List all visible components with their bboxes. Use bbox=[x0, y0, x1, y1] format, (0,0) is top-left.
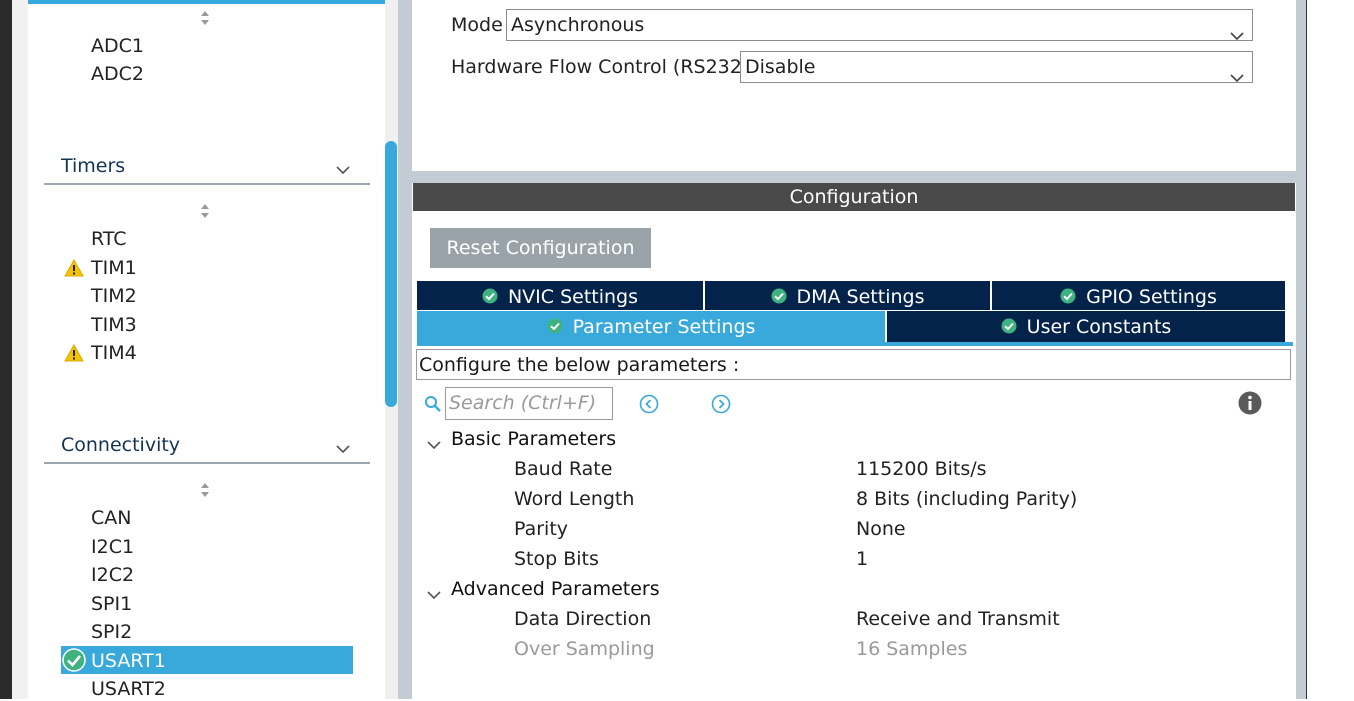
param-value-parity[interactable]: None bbox=[856, 518, 906, 540]
tab-label: User Constants bbox=[1026, 316, 1172, 338]
check-circle-icon bbox=[547, 312, 563, 334]
sidebar-item-i2c1[interactable]: I2C1 bbox=[91, 535, 134, 559]
warning-icon bbox=[64, 343, 84, 362]
next-circle-icon[interactable] bbox=[711, 394, 731, 414]
right-gutter bbox=[1296, 0, 1306, 699]
sidebar-item-adc1[interactable]: ADC1 bbox=[91, 34, 144, 58]
window-left-border bbox=[0, 0, 12, 699]
param-value-over-sampling: 16 Samples bbox=[856, 638, 968, 660]
left-gutter bbox=[12, 0, 28, 699]
sidebar-item-i2c2[interactable]: I2C2 bbox=[91, 563, 134, 587]
sort-icon[interactable] bbox=[200, 482, 210, 498]
section-divider bbox=[44, 183, 370, 185]
sidebar-top-accent bbox=[28, 0, 396, 4]
group-basic-parameters[interactable]: Basic Parameters bbox=[451, 428, 616, 450]
param-value-stop-bits[interactable]: 1 bbox=[856, 548, 868, 570]
chevron-down-icon bbox=[1230, 20, 1244, 41]
prev-circle-icon[interactable] bbox=[639, 394, 659, 414]
tab-label: NVIC Settings bbox=[507, 286, 639, 308]
flow-control-select[interactable]: Disable bbox=[740, 51, 1253, 83]
configure-instructions: Configure the below parameters : bbox=[416, 349, 1291, 380]
tab-nvic-settings[interactable]: NVIC Settings bbox=[417, 281, 703, 310]
param-name-data-direction[interactable]: Data Direction bbox=[514, 608, 651, 630]
configuration-header: Configuration bbox=[413, 183, 1295, 211]
panel-splitter[interactable] bbox=[398, 0, 412, 699]
sort-icon[interactable] bbox=[200, 203, 210, 219]
chevron-down-icon[interactable] bbox=[427, 585, 441, 600]
chevron-down-icon bbox=[1230, 62, 1244, 83]
sidebar-item-usart2[interactable]: USART2 bbox=[91, 677, 166, 701]
param-name-word-length[interactable]: Word Length bbox=[514, 488, 634, 510]
check-circle-icon bbox=[482, 282, 498, 304]
search-input[interactable]: Search (Ctrl+F) bbox=[445, 387, 613, 420]
mode-select-value: Asynchronous bbox=[511, 14, 645, 36]
right-border bbox=[1306, 0, 1307, 699]
tab-gpio-settings[interactable]: GPIO Settings bbox=[992, 281, 1285, 310]
tab-dma-settings[interactable]: DMA Settings bbox=[705, 281, 990, 310]
sidebar-item-can[interactable]: CAN bbox=[91, 506, 131, 530]
active-tab-underline bbox=[417, 342, 1293, 346]
tab-parameter-settings[interactable]: Parameter Settings bbox=[417, 311, 885, 342]
flow-control-label: Hardware Flow Control (RS232) bbox=[451, 56, 750, 78]
param-name-stop-bits[interactable]: Stop Bits bbox=[514, 548, 599, 570]
flow-control-value: Disable bbox=[745, 56, 816, 78]
param-name-over-sampling: Over Sampling bbox=[514, 638, 655, 660]
param-name-parity[interactable]: Parity bbox=[514, 518, 568, 540]
warning-icon bbox=[64, 258, 84, 277]
group-advanced-parameters[interactable]: Advanced Parameters bbox=[451, 578, 660, 600]
info-icon[interactable] bbox=[1238, 391, 1262, 415]
sidebar-item-tim4[interactable]: TIM4 bbox=[91, 341, 137, 365]
param-name-baud-rate[interactable]: Baud Rate bbox=[514, 458, 612, 480]
check-circle-icon bbox=[62, 648, 86, 672]
chevron-down-icon[interactable] bbox=[336, 160, 350, 175]
sort-icon[interactable] bbox=[200, 10, 210, 26]
chevron-down-icon[interactable] bbox=[336, 439, 350, 454]
sidebar-item-tim1[interactable]: TIM1 bbox=[91, 256, 137, 280]
sidebar-item-usart1-label: USART1 bbox=[91, 650, 166, 672]
search-icon[interactable] bbox=[424, 395, 442, 413]
section-divider bbox=[44, 462, 370, 464]
mode-select[interactable]: Asynchronous bbox=[506, 9, 1253, 41]
tab-label: Parameter Settings bbox=[572, 316, 756, 338]
tab-label: DMA Settings bbox=[796, 286, 925, 308]
section-title-connectivity[interactable]: Connectivity bbox=[61, 434, 180, 456]
param-value-baud-rate[interactable]: 115200 Bits/s bbox=[856, 458, 987, 480]
tab-user-constants[interactable]: User Constants bbox=[887, 311, 1285, 342]
param-value-data-direction[interactable]: Receive and Transmit bbox=[856, 608, 1060, 630]
reset-configuration-button[interactable]: Reset Configuration bbox=[430, 228, 651, 268]
sidebar-item-rtc[interactable]: RTC bbox=[91, 227, 127, 251]
panel-separator[interactable] bbox=[412, 171, 1296, 183]
param-value-word-length[interactable]: 8 Bits (including Parity) bbox=[856, 488, 1077, 510]
mode-label: Mode bbox=[451, 14, 503, 36]
check-circle-icon bbox=[771, 282, 787, 304]
sidebar-item-spi1[interactable]: SPI1 bbox=[91, 592, 132, 616]
tab-label: GPIO Settings bbox=[1086, 286, 1217, 308]
sidebar-item-tim2[interactable]: TIM2 bbox=[91, 284, 137, 308]
sidebar-scrollbar-thumb[interactable] bbox=[385, 141, 397, 407]
chevron-down-icon[interactable] bbox=[427, 435, 441, 450]
sidebar-item-tim3[interactable]: TIM3 bbox=[91, 313, 137, 337]
check-circle-icon bbox=[1001, 312, 1017, 334]
section-title-timers[interactable]: Timers bbox=[61, 155, 125, 177]
sidebar-item-spi2[interactable]: SPI2 bbox=[91, 620, 132, 644]
check-circle-icon bbox=[1060, 282, 1076, 304]
sidebar-item-adc2[interactable]: ADC2 bbox=[91, 62, 144, 86]
